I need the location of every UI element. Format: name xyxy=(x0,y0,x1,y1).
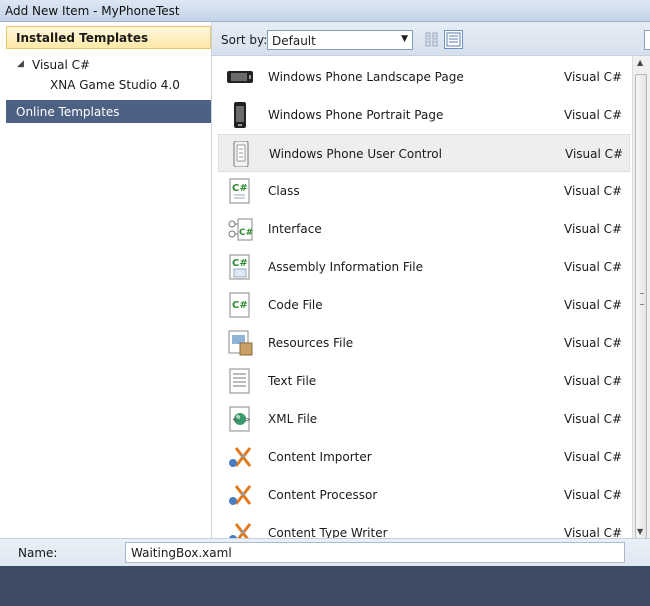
xml-file-icon: < > xyxy=(229,406,251,432)
window-title: Add New Item - MyPhoneTest xyxy=(5,4,180,18)
expand-triangle-icon[interactable]: ◢ xyxy=(17,59,24,69)
csharp-interface-icon: C# xyxy=(228,218,253,241)
scroll-up-icon[interactable]: ▲ xyxy=(637,58,643,67)
sort-by-value: Default xyxy=(272,34,316,48)
item-language: Visual C# xyxy=(564,260,623,274)
item-language: Visual C# xyxy=(564,526,623,538)
list-item[interactable]: Resources File Visual C# xyxy=(218,324,630,362)
user-control-icon xyxy=(233,141,249,167)
templates-pane: Installed Templates ◢ Visual C# XNA Game… xyxy=(0,22,212,538)
list-item[interactable]: Content Processor Visual C# xyxy=(218,476,630,514)
svg-text:C#: C# xyxy=(232,300,248,311)
tree-item-visual-csharp[interactable]: Visual C# xyxy=(32,58,90,72)
content-processor-icon xyxy=(229,485,252,505)
item-name: Content Type Writer xyxy=(268,526,388,538)
chevron-down-icon: ▼ xyxy=(401,34,408,44)
vertical-scrollbar[interactable]: ▲ ▼ xyxy=(632,56,650,539)
assembly-info-icon: C# xyxy=(229,254,250,280)
name-bar: Name: xyxy=(0,538,650,566)
item-language: Visual C# xyxy=(564,108,623,122)
item-language: Visual C# xyxy=(564,222,623,236)
item-name: Code File xyxy=(268,298,323,312)
item-name: Content Processor xyxy=(268,488,378,502)
name-label: Name: xyxy=(18,546,58,560)
item-language: Visual C# xyxy=(565,147,624,161)
sort-toolbar: Sort by: Default ▼ xyxy=(212,22,650,56)
medium-icons-view-icon xyxy=(446,32,461,47)
list-item[interactable]: Content Importer Visual C# xyxy=(218,438,630,476)
item-name: Content Importer xyxy=(268,450,372,464)
svg-text:C#: C# xyxy=(232,258,248,269)
item-name: Windows Phone User Control xyxy=(269,147,442,161)
item-name: Windows Phone Landscape Page xyxy=(268,70,464,84)
phone-landscape-icon xyxy=(227,71,253,83)
name-input[interactable] xyxy=(125,542,625,563)
sort-by-dropdown[interactable]: Default ▼ xyxy=(267,30,413,50)
item-language: Visual C# xyxy=(564,298,623,312)
list-item[interactable]: < > XML File Visual C# xyxy=(218,400,630,438)
title-bar: Add New Item - MyPhoneTest xyxy=(0,0,650,22)
sort-by-label: Sort by: xyxy=(221,33,268,47)
list-item[interactable]: C# Interface Visual C# xyxy=(218,210,630,248)
list-item[interactable]: Text File Visual C# xyxy=(218,362,630,400)
item-name: Windows Phone Portrait Page xyxy=(268,108,444,122)
online-templates-label: Online Templates xyxy=(16,105,120,119)
scroll-down-icon[interactable]: ▼ xyxy=(637,527,643,536)
small-icons-view-icon xyxy=(425,32,438,47)
item-language: Visual C# xyxy=(564,488,623,502)
list-item[interactable]: Windows Phone Portrait Page Visual C# xyxy=(218,96,630,134)
small-icons-view-button[interactable] xyxy=(422,30,441,49)
item-name: XML File xyxy=(268,412,318,426)
dialog-footer xyxy=(0,566,650,606)
content-importer-icon xyxy=(229,447,252,467)
item-language: Visual C# xyxy=(564,336,623,350)
csharp-class-icon: C# xyxy=(229,178,250,204)
list-item[interactable]: C# Assembly Information File Visual C# xyxy=(218,248,630,286)
resources-file-icon xyxy=(228,330,253,356)
svg-text:>: > xyxy=(244,415,251,424)
item-language: Visual C# xyxy=(564,374,623,388)
item-language: Visual C# xyxy=(564,450,623,464)
item-language: Visual C# xyxy=(564,412,623,426)
search-box-edge[interactable] xyxy=(644,30,650,50)
content-type-writer-icon xyxy=(229,523,252,538)
item-language: Visual C# xyxy=(564,70,623,84)
list-item[interactable]: C# Code File Visual C# xyxy=(218,286,630,324)
item-name: Interface xyxy=(268,222,322,236)
svg-text:C#: C# xyxy=(239,228,253,238)
csharp-code-file-icon: C# xyxy=(229,292,250,318)
item-name: Class xyxy=(268,184,300,198)
svg-text:<: < xyxy=(232,415,239,424)
list-item-selected[interactable]: Windows Phone User Control Visual C# xyxy=(218,134,630,172)
scroll-thumb[interactable] xyxy=(635,74,647,539)
list-item[interactable]: C# Class Visual C# xyxy=(218,172,630,210)
tree-item-xna-game-studio[interactable]: XNA Game Studio 4.0 xyxy=(50,78,180,92)
item-name: Resources File xyxy=(268,336,354,350)
list-item[interactable]: Windows Phone Landscape Page Visual C# xyxy=(218,58,630,96)
installed-templates-header[interactable]: Installed Templates xyxy=(6,26,211,49)
medium-icons-view-button[interactable] xyxy=(444,30,463,49)
online-templates-item[interactable]: Online Templates xyxy=(6,100,211,123)
item-name: Assembly Information File xyxy=(268,260,424,274)
item-language: Visual C# xyxy=(564,184,623,198)
item-name: Text File xyxy=(268,374,317,388)
svg-text:C#: C# xyxy=(232,183,248,194)
template-list: Windows Phone Landscape Page Visual C# W… xyxy=(212,56,632,538)
text-file-icon xyxy=(229,368,250,394)
installed-templates-label: Installed Templates xyxy=(16,31,149,45)
grip-icon xyxy=(640,293,644,305)
phone-portrait-icon xyxy=(234,102,246,128)
list-item[interactable]: Content Type Writer Visual C# xyxy=(218,514,630,538)
